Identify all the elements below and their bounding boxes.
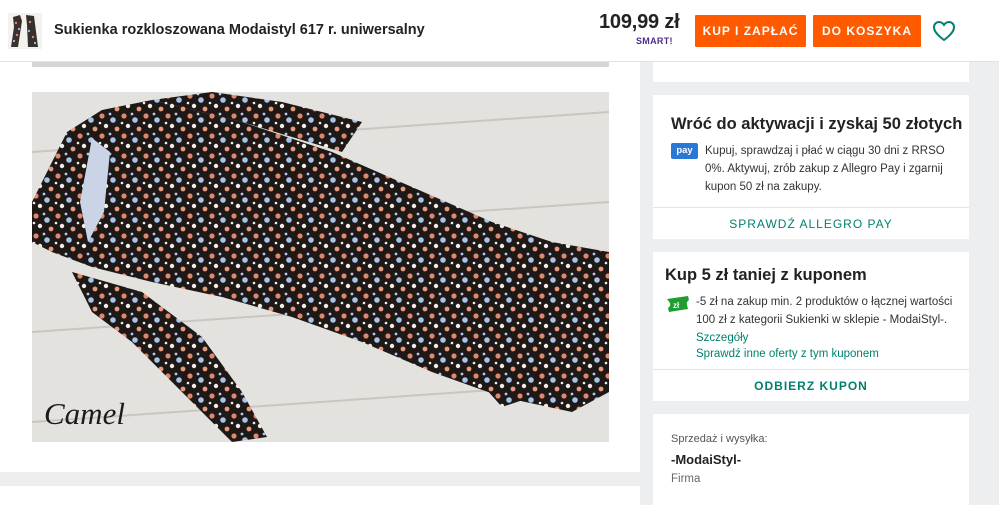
seller-card: Sprzedaż i wysyłka: -ModaiStyl- Firma [653, 414, 969, 505]
product-gallery: Camel [0, 62, 640, 472]
claim-coupon-button[interactable]: ODBIERZ KUPON [653, 369, 969, 401]
product-thumbnail[interactable] [8, 13, 42, 49]
allegro-pay-description: Kupuj, sprawdzaj i płać w ciągu 30 dni z… [705, 145, 945, 193]
coupon-heading: Kup 5 zł taniej z kuponem [665, 266, 867, 284]
allegro-pay-heading: Wróć do aktywacji i zyskaj 50 złotych [671, 115, 963, 133]
svg-text:zł: zł [673, 301, 680, 310]
product-title: Sukienka rozkloszowana Modaistyl 617 r. … [54, 22, 425, 38]
sticky-product-header: Sukienka rozkloszowana Modaistyl 617 r. … [0, 0, 999, 62]
seller-name-link[interactable]: -ModaiStyl- [671, 452, 741, 467]
coupon-other-offers-link[interactable]: Sprawdź inne oferty z tym kuponem [696, 348, 879, 360]
heart-outline-icon[interactable] [932, 20, 956, 42]
smart-badge-icon: SMART! [636, 36, 673, 46]
allegro-pay-icon: pay [671, 143, 698, 159]
coupon-card: Kup 5 zł taniej z kuponem zł -5 zł na za… [653, 252, 969, 401]
allegro-pay-card: Wróć do aktywacji i zyskaj 50 złotych pa… [653, 95, 969, 239]
smart-badge-label: SMART! [636, 36, 673, 46]
buy-now-button[interactable]: KUP I ZAPŁAĆ [695, 15, 806, 47]
coupon-description-text: -5 zł na zakup min. 2 produktów o łączne… [696, 296, 953, 326]
photo-caption: Camel [44, 396, 125, 431]
coupon-description: -5 zł na zakup min. 2 produktów o łączne… [696, 293, 961, 347]
product-photo[interactable]: Camel [32, 92, 609, 442]
coupon-details-link[interactable]: Szczegóły [696, 332, 748, 344]
product-price: 109,99 zł [599, 11, 680, 33]
seller-label: Sprzedaż i wysyłka: [671, 433, 768, 445]
previous-photo-edge[interactable] [32, 62, 609, 67]
ticket-icon: zł [664, 295, 692, 313]
description-card [0, 486, 640, 505]
previous-card-edge [653, 62, 969, 82]
add-to-cart-button[interactable]: DO KOSZYKA [813, 15, 921, 47]
check-allegro-pay-link[interactable]: SPRAWDŹ ALLEGRO PAY [653, 207, 969, 239]
seller-type: Firma [671, 473, 701, 485]
